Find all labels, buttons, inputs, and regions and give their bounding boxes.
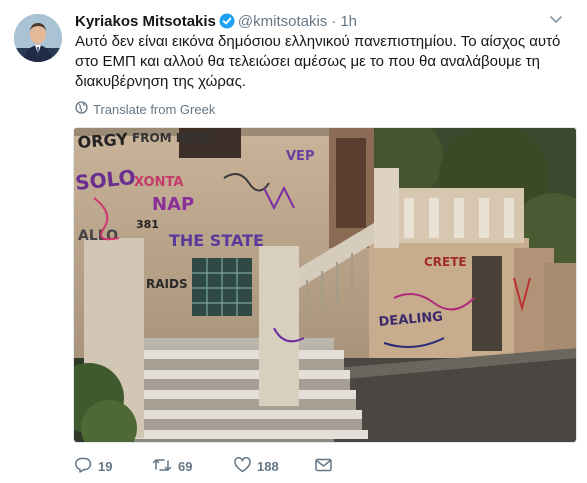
globe-icon bbox=[75, 101, 88, 118]
direct-message-button[interactable] bbox=[315, 456, 332, 476]
tweet-timestamp[interactable]: 1h bbox=[340, 13, 357, 30]
translate-link[interactable]: Translate from Greek bbox=[75, 101, 215, 118]
envelope-icon bbox=[315, 458, 332, 475]
like-count: 188 bbox=[257, 458, 279, 474]
graffiti-tag: FROM HERE bbox=[132, 131, 211, 145]
graffiti-tag: RAIDS bbox=[146, 277, 188, 291]
author-handle[interactable]: @kmitsotakis bbox=[238, 13, 327, 30]
graffiti-building-image: ORGY FROM HERE VEP XONTA NAP SOLO 381 AL… bbox=[74, 128, 576, 442]
heart-icon bbox=[234, 456, 251, 476]
retweet-count: 69 bbox=[178, 458, 193, 474]
graffiti-tag: VEP bbox=[286, 149, 314, 164]
separator-dot: · bbox=[331, 13, 337, 30]
like-button[interactable]: 188 bbox=[234, 456, 279, 476]
reply-count: 19 bbox=[98, 458, 113, 474]
graffiti-tag: ORGY bbox=[77, 129, 129, 151]
author-name[interactable]: Kyriakos Mitsotakis bbox=[75, 13, 216, 30]
graffiti-tag: NAP bbox=[152, 194, 194, 215]
retweet-icon bbox=[152, 457, 172, 476]
tweet-text: Αυτό δεν είναι εικόνα δημόσιου ελληνικού… bbox=[75, 33, 561, 90]
tweet-header: Kyriakos Mitsotakis @kmitsotakis · 1h bbox=[75, 12, 563, 32]
graffiti-tag: XONTA bbox=[134, 175, 183, 190]
tweet-photo[interactable]: ORGY FROM HERE VEP XONTA NAP SOLO 381 AL… bbox=[73, 127, 577, 443]
graffiti-tag: THE STATE bbox=[169, 231, 264, 250]
graffiti-tag: ALLO bbox=[78, 228, 118, 244]
reply-icon bbox=[75, 457, 92, 476]
graffiti-tag: 381 bbox=[136, 218, 159, 231]
tweet-card[interactable]: Kyriakos Mitsotakis @kmitsotakis · 1h Αυτό … bbox=[0, 0, 587, 483]
chevron-down-icon[interactable] bbox=[549, 12, 563, 32]
reply-button[interactable]: 19 bbox=[75, 456, 112, 476]
retweet-button[interactable]: 69 bbox=[152, 456, 192, 476]
avatar-photo-icon bbox=[14, 14, 62, 62]
translate-label: Translate from Greek bbox=[93, 101, 216, 117]
avatar[interactable] bbox=[14, 14, 62, 62]
graffiti-tag: CRETE bbox=[424, 255, 467, 269]
